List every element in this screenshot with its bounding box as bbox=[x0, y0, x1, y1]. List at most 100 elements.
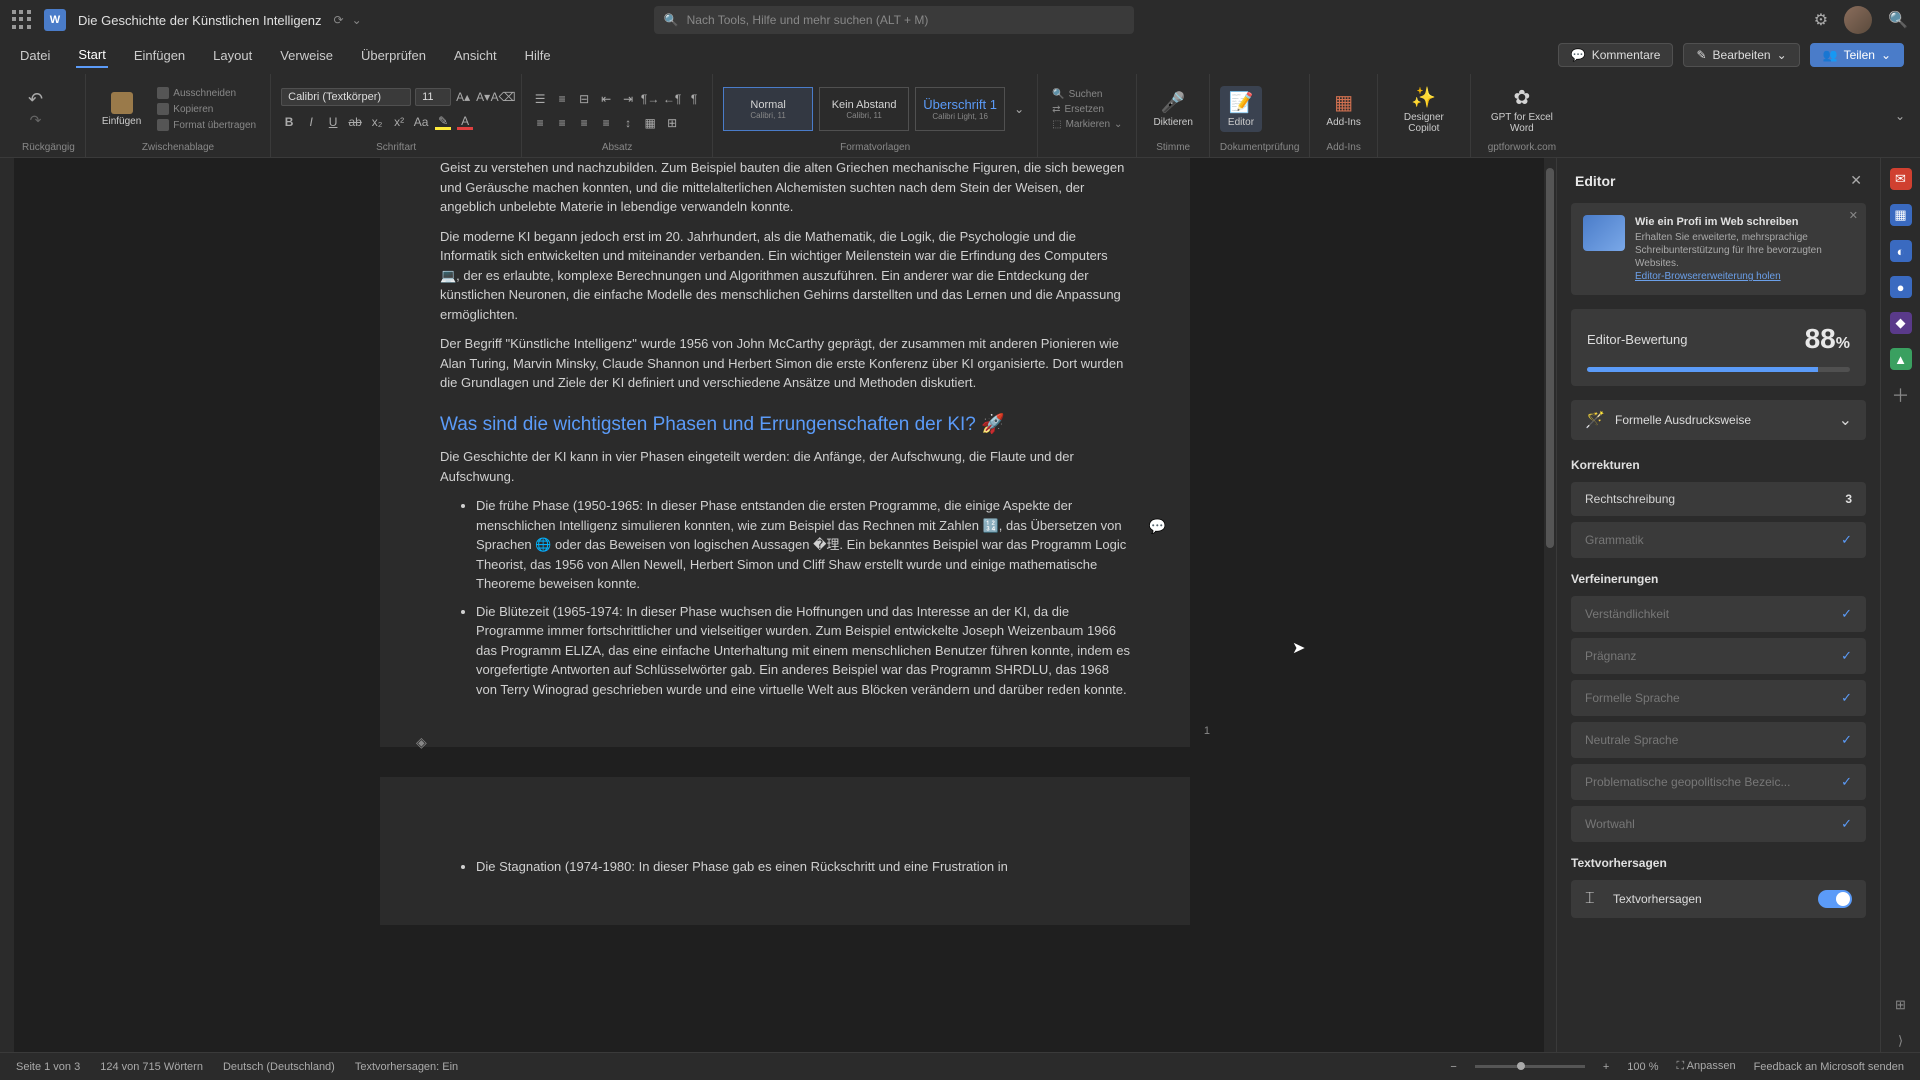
gpt-button[interactable]: ✿GPT for Excel Word bbox=[1481, 81, 1563, 138]
line-spacing-icon[interactable]: ↕ bbox=[620, 115, 636, 131]
document-title[interactable]: Die Geschichte der Künstlichen Intellige… bbox=[78, 13, 322, 28]
shrink-font-icon[interactable]: A▾ bbox=[475, 89, 491, 105]
bullet-list[interactable]: Die Stagnation (1974-1980: In dieser Pha… bbox=[440, 857, 1130, 877]
grow-font-icon[interactable]: A▴ bbox=[455, 89, 471, 105]
refinement-row[interactable]: Wortwahl✓ bbox=[1571, 806, 1866, 842]
spelling-row[interactable]: Rechtschreibung 3 bbox=[1571, 482, 1866, 516]
menu-layout[interactable]: Layout bbox=[211, 44, 254, 67]
case-icon[interactable]: Aa bbox=[413, 114, 429, 130]
font-name-select[interactable]: Calibri (Textkörper) bbox=[281, 88, 411, 106]
highlight-icon[interactable]: ✎ bbox=[435, 114, 451, 130]
dictate-button[interactable]: 🎤Diktieren bbox=[1147, 86, 1198, 132]
outdent-icon[interactable]: ⇤ bbox=[598, 91, 614, 107]
editor-button[interactable]: 📝Editor bbox=[1220, 86, 1262, 132]
promo-close-icon[interactable]: ✕ bbox=[1849, 209, 1858, 222]
editor-score-card[interactable]: Editor-Bewertung 88% bbox=[1571, 309, 1866, 386]
status-word-count[interactable]: 124 von 715 Wörtern bbox=[100, 1061, 203, 1073]
body-paragraph[interactable]: Geist zu verstehen und nachzubilden. Zum… bbox=[440, 158, 1130, 217]
grammar-row[interactable]: Grammatik ✓ bbox=[1571, 522, 1866, 558]
document-scrollbar[interactable] bbox=[1544, 158, 1556, 1052]
style-normal[interactable]: NormalCalibri, 11 bbox=[723, 87, 813, 131]
rtl-icon[interactable]: ←¶ bbox=[664, 91, 680, 107]
bullets-icon[interactable]: ☰ bbox=[532, 91, 548, 107]
select-button[interactable]: ⬚Markieren⌄ bbox=[1048, 118, 1126, 131]
zoom-slider[interactable] bbox=[1475, 1065, 1585, 1068]
list-item[interactable]: Die Stagnation (1974-1980: In dieser Pha… bbox=[476, 857, 1130, 877]
comment-indicator-icon[interactable]: 💬 bbox=[1149, 516, 1166, 537]
indent-icon[interactable]: ⇥ bbox=[620, 91, 636, 107]
strike-icon[interactable]: ab bbox=[347, 114, 363, 130]
chevron-down-icon[interactable]: ⌄ bbox=[352, 13, 362, 27]
menu-start[interactable]: Start bbox=[76, 43, 107, 68]
menu-ansicht[interactable]: Ansicht bbox=[452, 44, 499, 67]
rail-app-icon[interactable]: ⊞ bbox=[1890, 994, 1912, 1016]
edit-mode-button[interactable]: ✎Bearbeiten⌄ bbox=[1683, 43, 1799, 67]
body-paragraph[interactable]: Die Geschichte der KI kann in vier Phase… bbox=[440, 447, 1130, 486]
menu-datei[interactable]: Datei bbox=[18, 44, 52, 67]
bold-icon[interactable]: B bbox=[281, 114, 297, 130]
comments-button[interactable]: 💬Kommentare bbox=[1558, 43, 1674, 67]
ltr-icon[interactable]: ¶→ bbox=[642, 91, 658, 107]
cut-button[interactable]: Ausschneiden bbox=[153, 86, 260, 100]
body-paragraph[interactable]: Die moderne KI begann jedoch erst im 20.… bbox=[440, 227, 1130, 325]
section-heading[interactable]: Was sind die wichtigsten Phasen und Erru… bbox=[440, 411, 1130, 440]
body-paragraph[interactable]: Der Begriff "Künstliche Intelligenz" wur… bbox=[440, 334, 1130, 393]
italic-icon[interactable]: I bbox=[303, 114, 319, 130]
promo-link[interactable]: Editor-Browsererweiterung holen bbox=[1635, 271, 1781, 282]
status-page[interactable]: Seite 1 von 3 bbox=[16, 1061, 80, 1073]
feedback-link[interactable]: Feedback an Microsoft senden bbox=[1754, 1061, 1904, 1073]
paste-button[interactable]: Einfügen bbox=[96, 88, 147, 131]
search-button[interactable]: 🔍Suchen bbox=[1048, 88, 1126, 101]
copy-button[interactable]: Kopieren bbox=[153, 102, 260, 116]
underline-icon[interactable]: U bbox=[325, 114, 341, 130]
rail-app-icon[interactable]: ● bbox=[1890, 276, 1912, 298]
zoom-out-icon[interactable]: − bbox=[1450, 1061, 1456, 1073]
rail-app-icon[interactable]: ◐ bbox=[1890, 240, 1912, 262]
style-heading1[interactable]: Überschrift 1Calibri Light, 16 bbox=[915, 87, 1005, 131]
shading-icon[interactable]: ▦ bbox=[642, 115, 658, 131]
settings-icon[interactable]: ⚙ bbox=[1814, 10, 1828, 30]
zoom-value[interactable]: 100 % bbox=[1627, 1061, 1658, 1073]
replace-button[interactable]: ⇄Ersetzen bbox=[1048, 103, 1126, 116]
menu-einfuegen[interactable]: Einfügen bbox=[132, 44, 187, 67]
addins-button[interactable]: ▦Add-Ins bbox=[1320, 86, 1366, 132]
document-canvas[interactable]: Geist zu verstehen und nachzubilden. Zum… bbox=[14, 158, 1556, 1052]
pilcrow-icon[interactable]: ¶ bbox=[686, 91, 702, 107]
refinement-row[interactable]: Neutrale Sprache✓ bbox=[1571, 722, 1866, 758]
refinement-row[interactable]: Formelle Sprache✓ bbox=[1571, 680, 1866, 716]
numbering-icon[interactable]: ≡ bbox=[554, 91, 570, 107]
rail-app-icon[interactable]: ▦ bbox=[1890, 204, 1912, 226]
menu-hilfe[interactable]: Hilfe bbox=[523, 44, 553, 67]
fit-button[interactable]: ⛶ Anpassen bbox=[1676, 1060, 1735, 1073]
refinement-row[interactable]: Prägnanz✓ bbox=[1571, 638, 1866, 674]
search-input[interactable]: 🔍 Nach Tools, Hilfe und mehr suchen (ALT… bbox=[654, 6, 1134, 34]
designer-button[interactable]: ✨Designer Copilot bbox=[1388, 81, 1460, 138]
rail-app-icon[interactable]: ◆ bbox=[1890, 312, 1912, 334]
bullet-list[interactable]: Die frühe Phase (1950-1965: In dieser Ph… bbox=[440, 496, 1130, 699]
align-left-icon[interactable]: ≡ bbox=[532, 115, 548, 131]
inline-suggestion-icon[interactable]: ◈ bbox=[416, 732, 1166, 753]
subscript-icon[interactable]: x₂ bbox=[369, 114, 385, 130]
document-page-1[interactable]: Geist zu verstehen und nachzubilden. Zum… bbox=[380, 158, 1190, 747]
list-item[interactable]: Die Blütezeit (1965-1974: In dieser Phas… bbox=[476, 602, 1130, 700]
share-button[interactable]: 👥Teilen⌄ bbox=[1810, 43, 1904, 67]
align-center-icon[interactable]: ≡ bbox=[554, 115, 570, 131]
predictions-toggle[interactable] bbox=[1818, 890, 1852, 908]
writing-style-select[interactable]: 🪄 Formelle Ausdrucksweise ⌄ bbox=[1571, 400, 1866, 440]
close-icon[interactable]: ✕ bbox=[1850, 172, 1862, 189]
clear-format-icon[interactable]: A⌫ bbox=[495, 89, 511, 105]
multilevel-icon[interactable]: ⊟ bbox=[576, 91, 592, 107]
ribbon-collapse-icon[interactable]: ⌄ bbox=[1892, 108, 1908, 124]
rail-collapse-icon[interactable]: ⟩ bbox=[1890, 1030, 1912, 1052]
rail-app-icon[interactable]: ✉ bbox=[1890, 168, 1912, 190]
zoom-in-icon[interactable]: + bbox=[1603, 1061, 1609, 1073]
refinement-row[interactable]: Verständlichkeit✓ bbox=[1571, 596, 1866, 632]
rail-app-icon[interactable]: ▲ bbox=[1890, 348, 1912, 370]
menu-verweise[interactable]: Verweise bbox=[278, 44, 335, 67]
borders-icon[interactable]: ⊞ bbox=[664, 115, 680, 131]
undo-button[interactable]: ↶ ↷ bbox=[22, 85, 49, 133]
document-page-2[interactable]: Die Stagnation (1974-1980: In dieser Pha… bbox=[380, 777, 1190, 925]
align-right-icon[interactable]: ≡ bbox=[576, 115, 592, 131]
refinement-row[interactable]: Problematische geopolitische Bezeic...✓ bbox=[1571, 764, 1866, 800]
scroll-thumb[interactable] bbox=[1546, 168, 1554, 548]
